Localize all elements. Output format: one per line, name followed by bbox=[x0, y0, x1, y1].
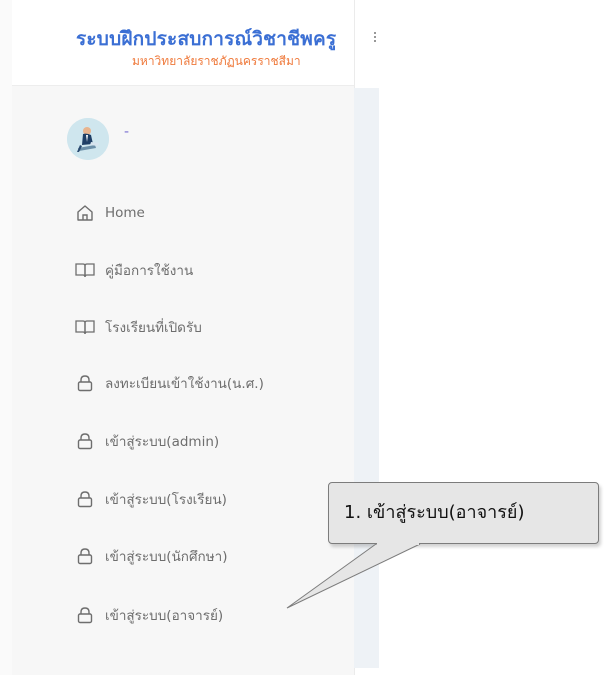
sidebar-item-label: คู่มือการใช้งาน bbox=[105, 263, 194, 279]
avatar bbox=[67, 118, 109, 160]
sidebar-item-home[interactable]: Home bbox=[75, 200, 145, 226]
sidebar-item-login-student[interactable]: เข้าสู่ระบบ(นักศึกษา) bbox=[75, 543, 227, 569]
sidebar-item-label: โรงเรียนที่เปิดรับ bbox=[105, 320, 202, 336]
book-icon bbox=[75, 317, 95, 337]
callout-text: 1. เข้าสู่ระบบ(อาจารย์) bbox=[344, 502, 525, 523]
sidebar-item-label: เข้าสู่ระบบ(โรงเรียน) bbox=[105, 492, 227, 508]
lock-icon bbox=[75, 431, 95, 451]
sidebar-item-label: เข้าสู่ระบบ(นักศึกษา) bbox=[105, 549, 228, 565]
brand-title: ระบบฝึกประสบการณ์วิชาชีพครู bbox=[76, 28, 337, 50]
sidebar-item-register-student[interactable]: ลงทะเบียนเข้าใช้งาน(น.ศ.) bbox=[75, 370, 264, 396]
user-avatar-icon bbox=[67, 118, 109, 160]
main-content-area bbox=[354, 88, 379, 668]
home-icon bbox=[75, 203, 95, 223]
sidebar-item-login-teacher[interactable]: เข้าสู่ระบบ(อาจารย์) bbox=[75, 602, 223, 628]
sidebar-item-label: เข้าสู่ระบบ(อาจารย์) bbox=[105, 608, 224, 624]
sidebar-item-login-admin[interactable]: เข้าสู่ระบบ(admin) bbox=[75, 428, 219, 454]
sidebar-item-label: Home bbox=[105, 205, 145, 221]
lock-icon bbox=[75, 373, 95, 393]
book-icon bbox=[75, 260, 95, 280]
more-options-icon[interactable] bbox=[372, 30, 378, 46]
sidebar-item-label: เข้าสู่ระบบ(admin) bbox=[105, 434, 220, 450]
page-edge bbox=[0, 0, 12, 675]
brand-header[interactable]: ระบบฝึกประสบการณ์วิชาชีพครู มหาวิทยาลัยร… bbox=[12, 0, 354, 86]
sidebar-item-label: ลงทะเบียนเข้าใช้งาน(น.ศ.) bbox=[105, 376, 264, 392]
user-name: - bbox=[124, 124, 130, 140]
sidebar-item-open-schools[interactable]: โรงเรียนที่เปิดรับ bbox=[75, 314, 202, 340]
sidebar-item-login-school[interactable]: เข้าสู่ระบบ(โรงเรียน) bbox=[75, 486, 227, 512]
lock-icon bbox=[75, 546, 95, 566]
lock-icon bbox=[75, 489, 95, 509]
sidebar-item-manual[interactable]: คู่มือการใช้งาน bbox=[75, 257, 193, 283]
brand-subtitle: มหาวิทยาลัยราชภัฏนครราชสีมา bbox=[132, 54, 301, 68]
lock-icon bbox=[75, 605, 95, 625]
